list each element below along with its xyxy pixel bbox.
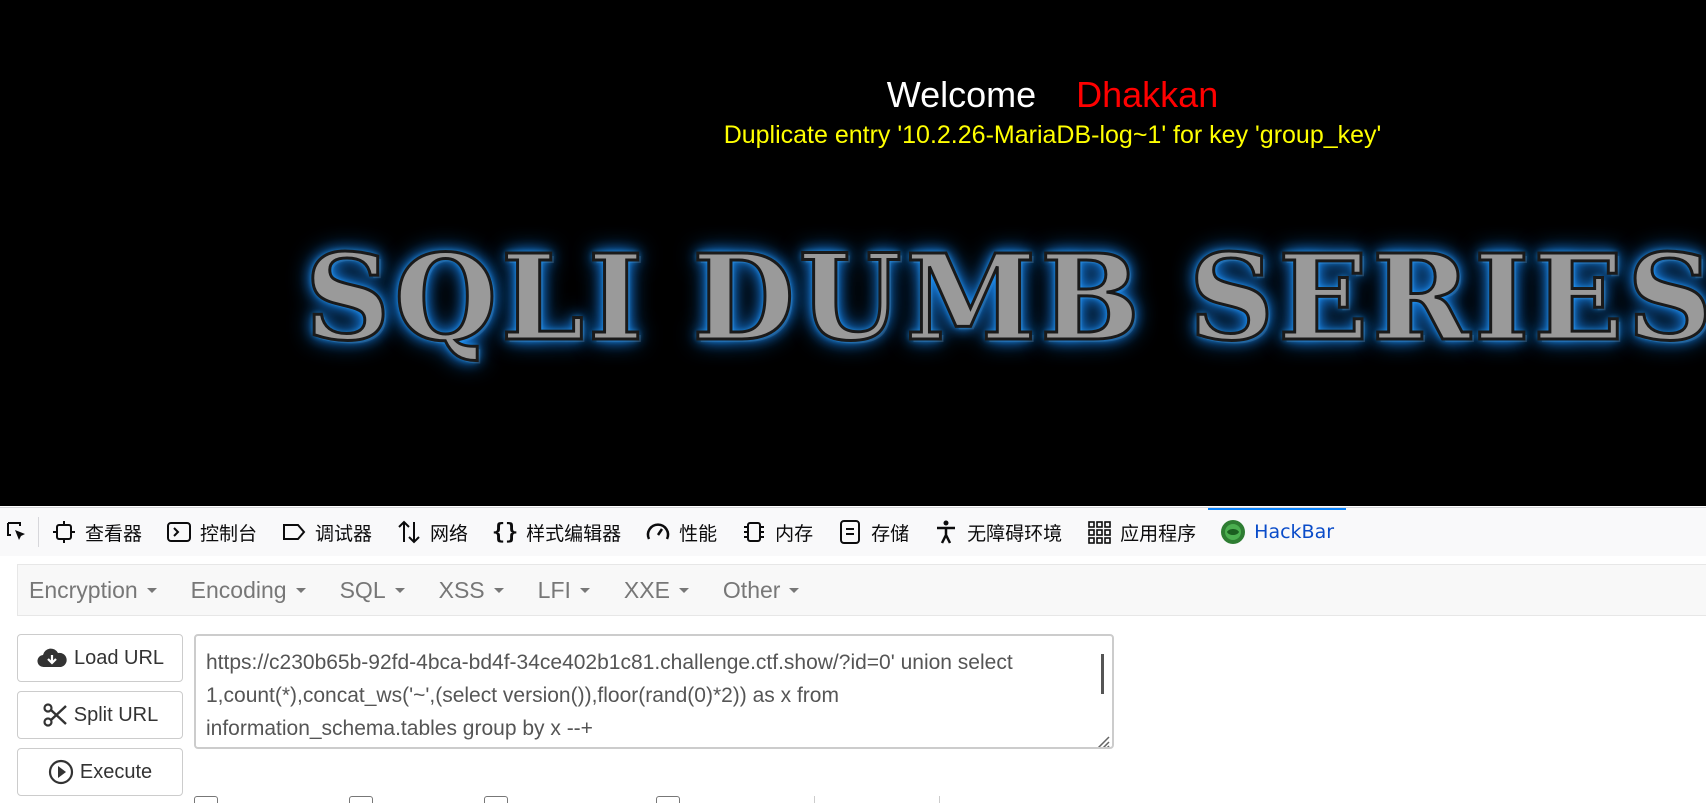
url-textarea[interactable]: https://c230b65b-92fd-4bca-bd4f-34ce402b… <box>194 634 1114 749</box>
menu-sql[interactable]: SQL <box>329 577 416 604</box>
menu-lfi[interactable]: LFI <box>527 577 601 604</box>
style-editor-icon: {} <box>491 519 519 545</box>
split-url-button[interactable]: Split URL <box>17 691 183 739</box>
network-icon <box>396 519 422 545</box>
options-row-partial <box>194 796 1094 803</box>
checkbox[interactable] <box>484 796 508 803</box>
caret-down-icon <box>789 587 800 593</box>
tab-memory[interactable]: 内存 <box>729 508 825 556</box>
caret-down-icon <box>493 587 504 593</box>
tab-accessibility[interactable]: 无障碍环境 <box>921 508 1074 556</box>
caret-down-icon <box>146 587 157 593</box>
menu-label: LFI <box>537 576 571 603</box>
devtools-toolbar: 查看器 控制台 调试器 网络 {} 样式编辑器 性能 内存 存储 无障碍环境 应… <box>0 507 1706 557</box>
caret-down-icon <box>579 587 590 593</box>
caret-down-icon <box>678 587 689 593</box>
memory-icon <box>741 519 767 545</box>
web-page: Welcome Dhakkan Duplicate entry '10.2.26-… <box>0 0 1706 506</box>
load-url-button[interactable]: Load URL <box>17 634 183 682</box>
button-label: Split URL <box>73 703 159 726</box>
menu-label: Encryption <box>29 576 138 603</box>
cloud-download-icon <box>36 646 68 670</box>
menu-label: SQL <box>339 576 386 603</box>
element-picker-button[interactable] <box>0 517 39 547</box>
tab-style-editor[interactable]: {} 样式编辑器 <box>480 508 633 556</box>
tab-performance[interactable]: 性能 <box>633 508 729 556</box>
menu-xss[interactable]: XSS <box>428 577 515 604</box>
menu-label: Other <box>722 576 781 603</box>
tab-console[interactable]: 控制台 <box>154 508 269 556</box>
menu-label: XSS <box>438 576 485 603</box>
play-circle-icon <box>48 759 74 785</box>
menu-encoding[interactable]: Encoding <box>180 577 317 604</box>
storage-icon <box>837 519 863 545</box>
tab-label: 控制台 <box>200 522 258 545</box>
element-picker-icon <box>4 519 30 545</box>
execute-button[interactable]: Execute <box>17 748 183 796</box>
tab-debugger[interactable]: 调试器 <box>269 508 384 556</box>
tab-label: 样式编辑器 <box>526 522 622 545</box>
menu-xxe[interactable]: XXE <box>613 577 700 604</box>
resize-handle-icon[interactable] <box>1092 727 1110 747</box>
series-banner: SQLI DUMB SERIES-5 <box>304 227 1706 369</box>
url-line: https://c230b65b-92fd-4bca-bd4f-34ce402b… <box>206 651 1013 674</box>
checkbox[interactable] <box>656 796 680 803</box>
tab-label: 网络 <box>430 522 469 545</box>
button-label: Load URL <box>73 646 165 669</box>
user-name: Dhakkan <box>1076 74 1219 115</box>
tab-label: HackBar <box>1254 521 1335 543</box>
tab-label: 应用程序 <box>1120 522 1197 545</box>
hackbar-panel: Encryption Encoding SQL XSS LFI XXE Othe… <box>0 556 1706 803</box>
tab-label: 调试器 <box>315 522 373 545</box>
hackbar-icon <box>1220 519 1246 545</box>
sql-error-message: Duplicate entry '10.2.26-MariaDB-log~1' … <box>723 121 1382 149</box>
tab-label: 内存 <box>775 522 814 545</box>
scissors-icon <box>42 702 68 728</box>
tab-inspector[interactable]: 查看器 <box>39 508 154 556</box>
debugger-icon <box>281 519 307 545</box>
menu-label: Encoding <box>190 576 287 603</box>
welcome-text: Welcome <box>886 74 1037 115</box>
menu-encryption[interactable]: Encryption <box>18 577 168 604</box>
checkbox[interactable] <box>349 796 373 803</box>
tab-label: 性能 <box>679 522 718 545</box>
select-field[interactable] <box>814 796 940 803</box>
hackbar-menubar: Encryption Encoding SQL XSS LFI XXE Othe… <box>17 564 1706 616</box>
performance-icon <box>645 519 671 545</box>
tab-label: 存储 <box>871 522 910 545</box>
caret-down-icon <box>295 587 306 593</box>
textarea-scrollbar[interactable] <box>1101 654 1104 694</box>
button-label: Execute <box>79 760 153 783</box>
tab-network[interactable]: 网络 <box>384 508 480 556</box>
menu-other[interactable]: Other <box>712 577 811 604</box>
caret-down-icon <box>394 587 405 593</box>
application-icon <box>1086 519 1112 545</box>
inspector-icon <box>51 519 77 545</box>
url-line: 1,count(*),concat_ws('~',(select version… <box>206 684 839 707</box>
welcome-line: Welcome Dhakkan <box>0 74 1706 116</box>
tab-hackbar[interactable]: HackBar <box>1208 508 1346 556</box>
tab-application[interactable]: 应用程序 <box>1074 508 1208 556</box>
console-icon <box>166 519 192 545</box>
tab-label: 无障碍环境 <box>967 522 1063 545</box>
menu-label: XXE <box>623 576 670 603</box>
accessibility-icon <box>933 519 959 545</box>
tab-label: 查看器 <box>85 522 143 545</box>
checkbox[interactable] <box>194 796 218 803</box>
tab-storage[interactable]: 存储 <box>825 508 921 556</box>
url-line: information_schema.tables group by x --+ <box>206 717 593 740</box>
